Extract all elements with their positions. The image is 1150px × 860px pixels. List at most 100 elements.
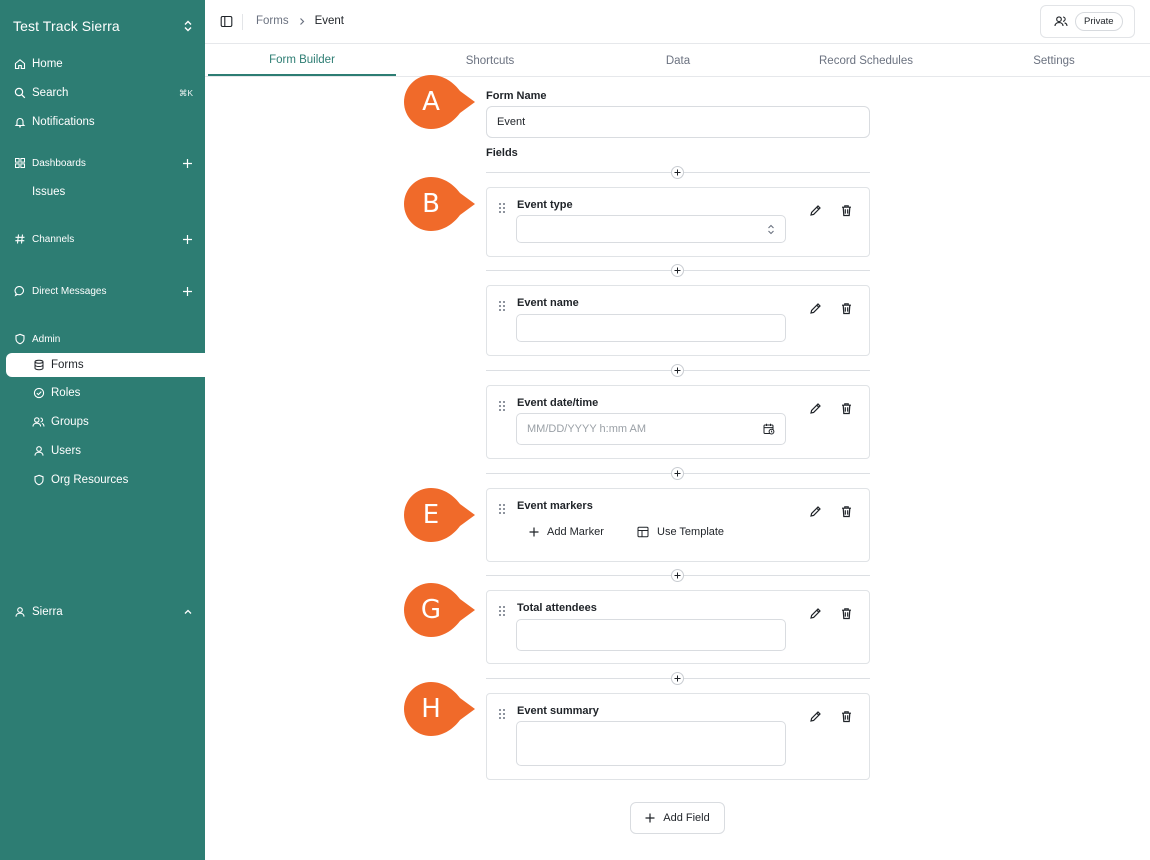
sidebar: Test Track Sierra Home Search ⌘K Notific…	[0, 0, 205, 860]
insert-field-plus-icon[interactable]	[671, 264, 684, 277]
pencil-icon[interactable]	[809, 402, 822, 415]
marker-letter: G	[420, 595, 442, 625]
drag-handle-icon[interactable]	[499, 709, 505, 719]
pencil-icon[interactable]	[809, 302, 822, 315]
drag-handle-icon[interactable]	[499, 401, 505, 411]
field-card-event-summary: Event summary	[486, 693, 870, 780]
template-icon	[637, 526, 649, 538]
field-card-event-markers: Event markers Add Marker Use Template	[486, 488, 870, 562]
tab-data[interactable]: Data	[584, 45, 772, 76]
insert-field-plus-icon[interactable]	[671, 467, 684, 480]
add-marker-label: Add Marker	[547, 526, 604, 538]
fields-label: Fields	[486, 147, 518, 159]
add-marker-button[interactable]: Add Marker	[529, 526, 604, 538]
marker-letter: B	[422, 189, 440, 219]
nav-roles-label: Roles	[51, 387, 81, 399]
pencil-icon[interactable]	[809, 204, 822, 217]
pencil-icon[interactable]	[809, 710, 822, 723]
tab-settings[interactable]: Settings	[960, 45, 1148, 76]
check-circle-icon	[32, 387, 45, 400]
pencil-icon[interactable]	[809, 607, 822, 620]
bell-icon	[13, 116, 26, 129]
field-card-event-name: Event name	[486, 285, 870, 356]
pencil-icon[interactable]	[809, 505, 822, 518]
hash-icon	[13, 233, 26, 246]
drag-handle-icon[interactable]	[499, 504, 505, 514]
nav-roles[interactable]: Roles	[32, 384, 192, 402]
marker-letter: A	[422, 87, 440, 117]
event-type-select[interactable]	[516, 215, 786, 243]
nav-org-resources[interactable]: Org Resources	[32, 471, 192, 489]
home-icon	[13, 58, 26, 71]
trash-icon[interactable]	[840, 607, 853, 620]
nav-search[interactable]: Search ⌘K	[13, 84, 193, 102]
nav-org-resources-label: Org Resources	[51, 474, 129, 486]
event-name-input[interactable]	[516, 314, 786, 342]
insert-field-plus-icon[interactable]	[671, 569, 684, 582]
annotation-marker-e: E	[404, 488, 476, 542]
nav-home-label: Home	[32, 58, 63, 70]
field-title: Event type	[517, 199, 573, 211]
marker-letter: H	[421, 694, 441, 724]
total-attendees-input[interactable]	[516, 619, 786, 651]
sidebar-toggle-icon[interactable]	[220, 15, 233, 28]
drag-handle-icon[interactable]	[499, 203, 505, 213]
nav-notifications[interactable]: Notifications	[13, 113, 193, 131]
use-template-button[interactable]: Use Template	[637, 526, 724, 538]
trash-icon[interactable]	[840, 204, 853, 217]
workspace-switcher[interactable]: Test Track Sierra	[13, 17, 193, 35]
insert-field-plus-icon[interactable]	[671, 672, 684, 685]
shield-icon	[32, 474, 45, 487]
nav-users-label: Users	[51, 445, 82, 457]
insert-field-plus-icon[interactable]	[671, 364, 684, 377]
tab-form-builder[interactable]: Form Builder	[208, 45, 396, 76]
annotation-marker-b: B	[404, 177, 476, 231]
field-title: Event name	[517, 297, 579, 309]
field-title: Event summary	[517, 705, 599, 717]
grid-icon	[13, 157, 26, 170]
nav-admin[interactable]: Admin	[13, 330, 193, 348]
drag-handle-icon[interactable]	[499, 606, 505, 616]
form-name-label: Form Name	[486, 90, 547, 102]
trash-icon[interactable]	[840, 302, 853, 315]
nav-forms[interactable]: Forms	[32, 356, 192, 374]
insert-field-plus-icon[interactable]	[671, 166, 684, 179]
nav-direct-messages-label: Direct Messages	[32, 285, 107, 297]
plus-icon	[529, 527, 539, 537]
nav-admin-label: Admin	[32, 333, 61, 345]
nav-direct-messages[interactable]: Direct Messages	[13, 282, 193, 300]
nav-dashboards[interactable]: Dashboards	[13, 154, 193, 172]
event-datetime-input[interactable]: MM/DD/YYYY h:mm AM	[516, 413, 786, 445]
nav-channels-label: Channels	[32, 233, 75, 245]
user-menu[interactable]: Sierra	[13, 603, 193, 621]
users-icon	[32, 416, 45, 429]
add-field-button[interactable]: Add Field	[630, 802, 725, 834]
trash-icon[interactable]	[840, 505, 853, 518]
nav-home[interactable]: Home	[13, 55, 193, 73]
trash-icon[interactable]	[840, 402, 853, 415]
nav-issues[interactable]: Issues	[32, 183, 192, 201]
annotation-marker-h: H	[404, 682, 476, 736]
trash-icon[interactable]	[840, 710, 853, 723]
field-title: Event date/time	[517, 397, 599, 409]
search-icon	[13, 87, 26, 100]
add-channel-icon[interactable]	[182, 234, 193, 245]
calendar-clock-icon[interactable]	[763, 423, 775, 435]
nav-users[interactable]: Users	[32, 442, 192, 460]
chevron-right-icon	[298, 17, 306, 26]
breadcrumb-forms[interactable]: Forms	[256, 15, 289, 27]
field-title: Event markers	[517, 500, 593, 512]
add-message-icon[interactable]	[182, 286, 193, 297]
field-title: Total attendees	[517, 602, 597, 614]
share-button[interactable]: Private	[1040, 5, 1135, 38]
add-dashboard-icon[interactable]	[182, 158, 193, 169]
drag-handle-icon[interactable]	[499, 301, 505, 311]
nav-dashboards-label: Dashboards	[32, 157, 86, 169]
event-summary-textarea[interactable]	[516, 721, 786, 766]
visibility-badge: Private	[1075, 12, 1123, 31]
nav-channels[interactable]: Channels	[13, 230, 193, 248]
form-name-input[interactable]: Event	[486, 106, 870, 138]
tab-shortcuts[interactable]: Shortcuts	[396, 45, 584, 76]
nav-groups[interactable]: Groups	[32, 413, 192, 431]
tab-record-schedules[interactable]: Record Schedules	[772, 45, 960, 76]
